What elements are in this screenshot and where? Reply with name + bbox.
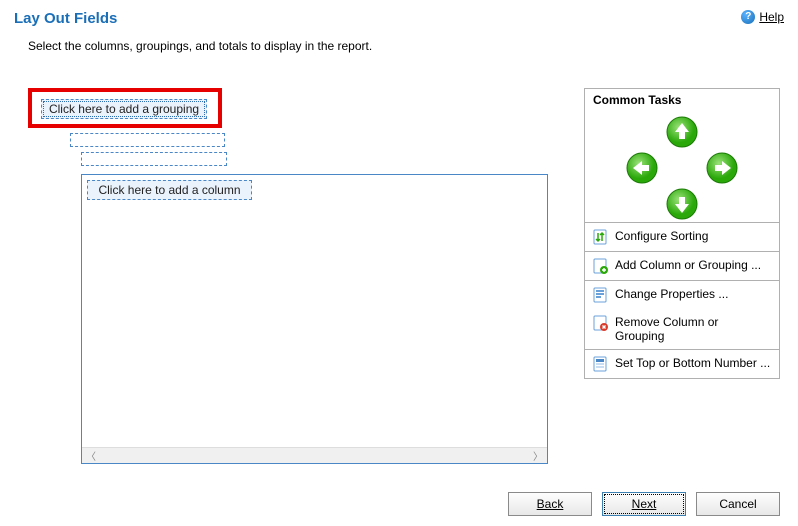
task-label: Add Column or Grouping ... [615,258,761,272]
common-tasks-title: Common Tasks [585,89,779,111]
task-change-properties[interactable]: Change Properties ... [585,281,779,309]
horizontal-scrollbar[interactable]: 〈 〉 [82,447,547,463]
page-title: Lay Out Fields [14,10,117,27]
scroll-left-icon[interactable]: 〈 [86,448,96,463]
cancel-button[interactable]: Cancel [696,492,780,516]
sort-icon [593,229,609,245]
common-tasks-panel: Common Tasks Configure Sorting Add Column… [584,88,780,379]
instruction-text: Select the columns, groupings, and total… [0,33,798,63]
task-label: Configure Sorting [615,229,708,243]
task-add-column-grouping[interactable]: Add Column or Grouping ... [585,252,779,280]
task-label: Change Properties ... [615,287,728,301]
add-column-placeholder[interactable]: Click here to add a column [87,180,252,200]
next-button[interactable]: Next [602,492,686,516]
arrow-up-icon[interactable] [665,115,699,149]
help-link[interactable]: ? Help [741,10,784,24]
help-icon: ? [741,10,755,24]
task-set-top-bottom[interactable]: Set Top or Bottom Number ... [585,350,779,378]
annotation-highlight [28,88,222,128]
grouping-sub-placeholder-1[interactable] [70,133,225,147]
add-icon [593,258,609,274]
remove-icon [593,315,609,331]
task-label: Set Top or Bottom Number ... [615,356,770,370]
arrow-right-icon[interactable] [705,151,739,185]
task-remove-column-grouping[interactable]: Remove Column or Grouping [585,309,779,349]
task-configure-sorting[interactable]: Configure Sorting [585,223,779,251]
wizard-button-row: Back Next Cancel [508,492,780,516]
task-label: Remove Column or Grouping [615,315,771,343]
arrow-left-icon[interactable] [625,151,659,185]
arrow-pad [585,111,779,223]
help-label: Help [759,10,784,24]
topn-icon [593,356,609,372]
report-canvas: Click here to add a column 〈 〉 [81,174,548,464]
back-button[interactable]: Back [508,492,592,516]
props-icon [593,287,609,303]
grouping-sub-placeholder-2[interactable] [81,152,227,166]
arrow-down-icon[interactable] [665,187,699,221]
scroll-right-icon[interactable]: 〉 [533,448,543,463]
